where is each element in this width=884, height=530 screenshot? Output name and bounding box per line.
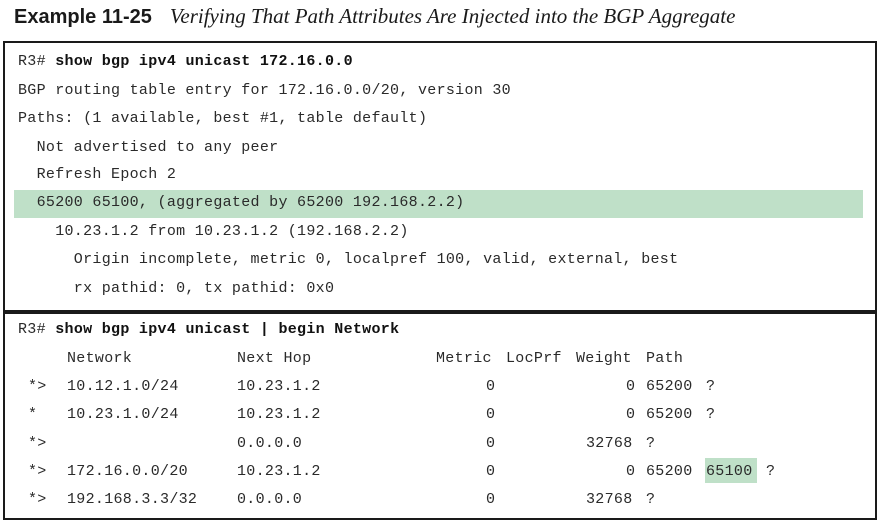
row-metric: 0 <box>486 406 496 423</box>
row-next-hop: 0.0.0.0 <box>237 491 303 508</box>
row-next-hop: 10.23.1.2 <box>237 406 321 423</box>
row-status: *> <box>28 463 47 480</box>
row-weight: 0 <box>626 378 636 395</box>
row-metric: 0 <box>486 435 496 452</box>
output-line-as-path: 65200 65100, (aggregated by 65200 192.16… <box>18 194 465 211</box>
output-line: rx pathid: 0, tx pathid: 0x0 <box>18 280 335 297</box>
row-weight: 32768 <box>586 435 633 452</box>
row-metric: 0 <box>486 491 496 508</box>
column-header-locprf: LocPrf <box>506 350 562 367</box>
output-line: Paths: (1 available, best #1, table defa… <box>18 110 428 127</box>
example-number: Example 11-25 <box>14 6 152 28</box>
row-origin: ? <box>646 435 656 452</box>
row-next-hop: 10.23.1.2 <box>237 463 321 480</box>
column-header-next-hop: Next Hop <box>237 350 312 367</box>
column-header-metric: Metric <box>436 350 492 367</box>
row-path-highlighted-as: 65100 <box>706 463 753 480</box>
row-path: 65200 <box>646 406 693 423</box>
column-header-path: Path <box>646 350 684 367</box>
row-network: 10.23.1.0/24 <box>67 406 179 423</box>
prompt: R3# <box>18 53 46 70</box>
row-status: *> <box>28 491 47 508</box>
command-line-1: R3# show bgp ipv4 unicast 172.16.0.0 <box>18 52 353 72</box>
example-header: Example 11-25 Verifying That Path Attribu… <box>14 4 735 30</box>
output-line: Not advertised to any peer <box>18 139 279 156</box>
section-divider <box>3 310 877 314</box>
prompt: R3# <box>18 321 46 338</box>
row-next-hop: 10.23.1.2 <box>237 378 321 395</box>
command-line-2: R3# show bgp ipv4 unicast | begin Networ… <box>18 320 399 340</box>
row-weight: 0 <box>626 463 636 480</box>
column-header-weight: Weight <box>576 350 632 367</box>
row-origin: ? <box>646 491 656 508</box>
output-line: BGP routing table entry for 172.16.0.0/2… <box>18 82 511 99</box>
row-origin: ? <box>706 406 716 423</box>
row-origin: ? <box>706 378 716 395</box>
row-network: 172.16.0.0/20 <box>67 463 188 480</box>
row-status: *> <box>28 378 47 395</box>
output-line: 10.23.1.2 from 10.23.1.2 (192.168.2.2) <box>18 223 409 240</box>
output-line: Origin incomplete, metric 0, localpref 1… <box>18 251 679 268</box>
row-weight: 32768 <box>586 491 633 508</box>
row-weight: 0 <box>626 406 636 423</box>
row-next-hop: 0.0.0.0 <box>237 435 303 452</box>
row-network: 10.12.1.0/24 <box>67 378 179 395</box>
row-path: 65200 <box>646 463 693 480</box>
row-metric: 0 <box>486 378 496 395</box>
row-origin: ? <box>766 463 776 480</box>
row-metric: 0 <box>486 463 496 480</box>
row-status: * <box>28 406 38 423</box>
output-line: Refresh Epoch 2 <box>18 166 177 183</box>
example-title: Verifying That Path Attributes Are Injec… <box>169 4 736 28</box>
command-text: show bgp ipv4 unicast 172.16.0.0 <box>55 53 353 70</box>
row-network: 192.168.3.3/32 <box>67 491 198 508</box>
row-path: 65200 <box>646 378 693 395</box>
column-header-network: Network <box>67 350 133 367</box>
command-text: show bgp ipv4 unicast | begin Network <box>55 321 400 338</box>
row-status: *> <box>28 435 47 452</box>
